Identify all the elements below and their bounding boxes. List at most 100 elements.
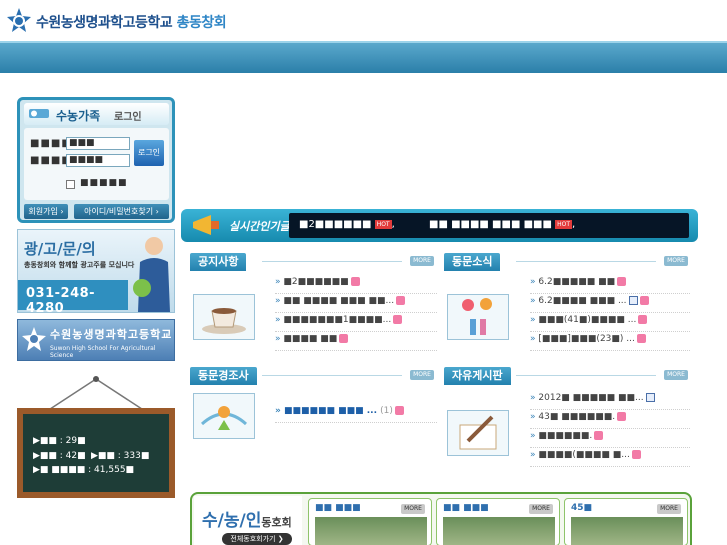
free-board-tab[interactable]: 자유게시판 [444,367,511,385]
join-button[interactable]: 회원가입 › [24,204,68,219]
counter-total: ▶■ ■■■■ : 41,555■ [33,465,135,475]
post-title: ■■■■ ■■ [283,334,338,344]
clubs-title-sub: 동호회 [261,516,292,529]
club-card[interactable]: ■■ ■■■ MORE [308,498,432,545]
post-title: ■■■■(■■■■ ■... [538,450,630,460]
club-card[interactable]: ■■ ■■■ MORE [436,498,560,545]
find-account-button[interactable]: 아이디/비밀번호찾기 › [74,204,169,219]
post-title: ■■■■■■. [538,431,593,441]
club-more-button[interactable]: MORE [657,504,681,514]
hot-badge: HOT [374,219,392,229]
post-title: 43■ ■■■■■■. [538,412,616,422]
new-icon [396,296,406,305]
school-emblem-icon[interactable] [6,8,32,34]
ad-phone-box: 031-248-4280 [18,280,128,316]
school-homepage-banner[interactable]: 수원농생명과학고등학교 Suwon High School For Agricu… [17,319,175,361]
alumni-news-tab[interactable]: 동문소식 [444,253,501,271]
new-icon [638,315,648,324]
site-logo-text[interactable]: 수원농생명과학고등학교 총동창회 [36,12,227,32]
clubs-section: 수/농/인동호회 전체동호회가기 ❯ ■■ ■■■ MORE ■■ ■■■ MO… [190,492,692,545]
free-board-post[interactable]: » 2012■ ■■■■■ ■■... [530,393,690,410]
notice-tab[interactable]: 공지사항 [190,253,247,271]
post-title: ■■■■■■■1■■■■... [283,315,392,325]
login-title-main: 수농가족 [56,109,101,123]
ticker-item[interactable]: ■■ ■■■■ ■■■ ■■■ HOT, [429,219,575,230]
free-board-header: 자유게시판 MORE [444,367,690,385]
notice-post[interactable]: » ■■■■ ■■ [275,334,437,351]
ticker-item[interactable]: ■2■■■■■■ HOT, [299,219,395,230]
ad-title: 광/고/문/의 [24,240,96,258]
login-panel: 수농가족 로그인 ■■■■ ■■■ ■■■■ ■■■■ 로그인 ■■■■■ 회원… [17,97,175,223]
clubs-title: 수/농/인동호회 [202,506,292,531]
free-board-more-button[interactable]: MORE [664,370,688,380]
realtime-ticker: ■2■■■■■■ HOT, ■■ ■■■■ ■■■ ■■■ HOT, [289,213,689,238]
new-icon [617,412,627,421]
ad-inquiry-banner[interactable]: 광/고/문/의 총동창회와 함께할 광고주를 모십니다 031-248-4280 [17,229,175,316]
logo-alumni-name: 총동창회 [176,15,227,31]
new-icon [394,406,404,415]
new-icon [339,334,349,343]
post-title: ■■■■■■ ■■■ ... [283,406,378,416]
post-title: ■■ ■■■■ ■■■ ■■... [283,296,395,306]
pen-paper-icon [459,415,497,450]
ad-phone-number: 031-248-4280 [26,286,96,316]
school-name-ko: 수원농생명과학고등학교 [50,328,173,341]
password-input[interactable]: ■■■■ [66,154,130,167]
counter-yesterday: ▶■■ : 42■ [33,451,86,461]
realtime-title: 실시간인기글 [229,220,290,233]
alumni-news-header: 동문소식 MORE [444,253,690,271]
free-board-post[interactable]: » ■■■■■■. [530,431,690,448]
club-photo [315,517,427,545]
divider [516,375,656,376]
header-nav-band [0,41,727,73]
counter-max: ▶■■ : 333■ [91,451,150,461]
post-title: 6.2■■■■ ■■■ ... [538,296,627,306]
free-board-post[interactable]: » ■■■■(■■■■ ■... [530,450,690,467]
post-title: ■2■■■■■■ [283,277,349,287]
id-input[interactable]: ■■■ [66,137,130,150]
condolence-header: 동문경조사 MORE [190,367,437,385]
notice-post[interactable]: » ■■■■■■■1■■■■... [275,315,437,332]
comment-count: (1) [380,406,393,416]
new-icon [594,431,604,440]
club-name: 45■ [571,503,593,513]
club-more-button[interactable]: MORE [529,504,553,514]
bird-flower-icon [200,406,248,430]
new-icon [617,277,627,286]
condolence-more-button[interactable]: MORE [410,370,434,380]
school-emblem-icon [22,327,46,351]
realtime-label: 실시간인기글 [191,212,301,239]
notice-more-button[interactable]: MORE [410,256,434,266]
club-more-button[interactable]: MORE [401,504,425,514]
alumni-news-post[interactable]: » [■■■]■■■(23■) ... [530,334,690,351]
login-title-bar: 수농가족 로그인 [24,103,169,125]
club-card[interactable]: 45■ MORE [564,498,688,545]
file-icon [628,296,638,305]
condolence-thumbnail [193,393,255,439]
condolence-tab[interactable]: 동문경조사 [190,367,257,385]
post-title: 6.2■■■■■ ■■ [538,277,616,287]
notice-post[interactable]: » ■2■■■■■■ [275,277,437,294]
file-icon [645,393,655,402]
free-board-thumbnail [447,410,509,456]
alumni-news-post[interactable]: » 6.2■■■■ ■■■ ... [530,296,690,313]
school-name-en: Suwon High School For Agricultural Scien… [50,345,156,359]
remember-checkbox[interactable] [66,180,75,189]
login-button[interactable]: 로그인 [134,140,164,166]
alumni-news-post[interactable]: » 6.2■■■■■ ■■ [530,277,690,294]
new-icon [639,296,649,305]
coffee-cup-icon [202,308,246,334]
key-icon [29,109,49,118]
condolence-post[interactable]: » ■■■■■■ ■■■ ... (1) [275,406,437,423]
all-clubs-button[interactable]: 전체동호회가기 ❯ [222,533,292,545]
free-board-post[interactable]: » 43■ ■■■■■■. [530,412,690,429]
megaphone-icon [193,215,219,235]
page-root: 수원농생명과학고등학교 총동창회 수농가족 로그인 ■■■■ ■■■ ■■■■ … [0,0,727,545]
alumni-news-post[interactable]: » ■■■(41■)■■■■ ... [530,315,690,332]
notice-post[interactable]: » ■■ ■■■■ ■■■ ■■... [275,296,437,313]
clubs-title-main: 수/농/인 [202,511,262,531]
club-name: ■■ ■■■ [315,503,361,513]
ticker-sep: , [391,219,395,230]
divider [516,261,656,262]
alumni-news-more-button[interactable]: MORE [664,256,688,266]
